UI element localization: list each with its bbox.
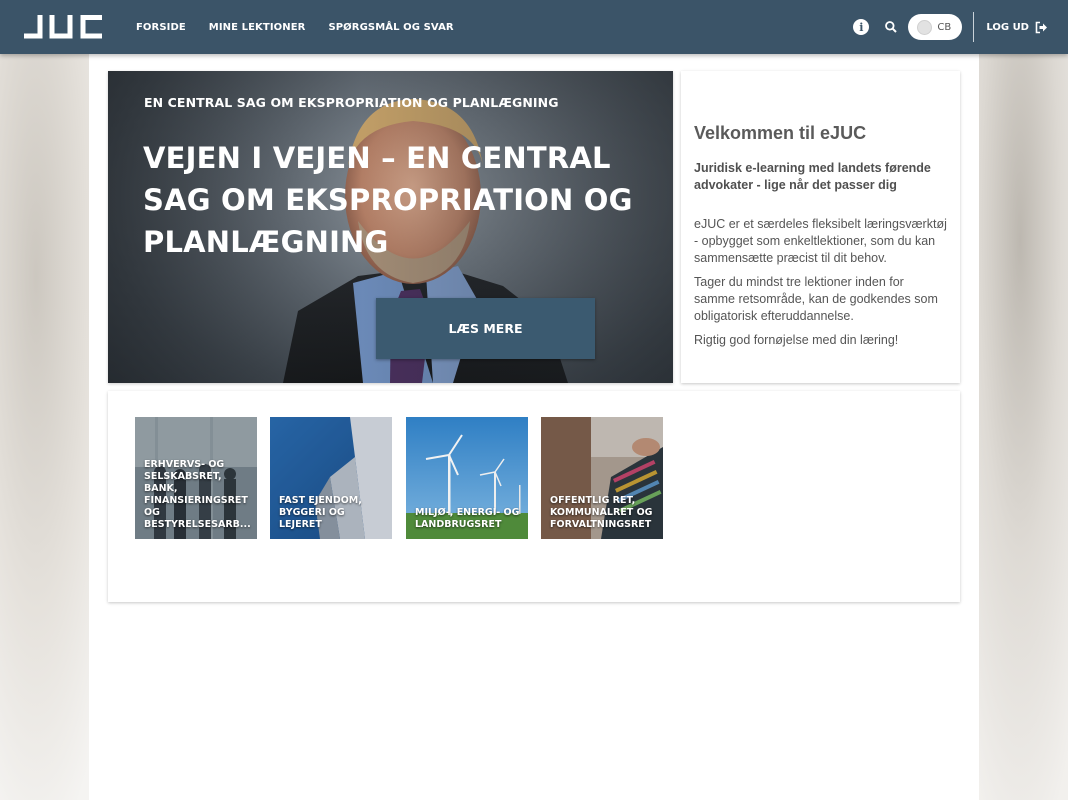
welcome-paragraph: Tager du mindst tre lektioner inden for … bbox=[694, 275, 938, 323]
hero-title: VEJEN I VEJEN – EN CENTRAL SAG OM EKSPRO… bbox=[143, 141, 633, 259]
logout-label: LOG UD bbox=[986, 21, 1029, 33]
nav-spoergsmaal-og-svar[interactable]: SPØRGSMÅL OG SVAR bbox=[328, 22, 453, 33]
juc-logo[interactable] bbox=[22, 12, 104, 42]
read-more-button[interactable]: LÆS MERE bbox=[376, 298, 595, 359]
user-initials: CB bbox=[937, 21, 952, 33]
header-actions: i CB LOG UD bbox=[853, 12, 1048, 42]
category-label: ERHVERVS- OG SELSKABSRET, BANK, FINANSIE… bbox=[144, 459, 251, 530]
welcome-title: Velkommen til eJUC bbox=[694, 123, 867, 143]
hero-kicker: EN CENTRAL SAG OM EKSPROPRIATION OG PLAN… bbox=[144, 95, 559, 110]
welcome-paragraph: eJUC er et særdeles fleksibelt læringsvæ… bbox=[694, 217, 947, 265]
category-tile-fast-ejendom[interactable]: FAST EJENDOM, BYGGERI OG LEJERET bbox=[270, 417, 392, 539]
nav-mine-lektioner[interactable]: MINE LEKTIONER bbox=[209, 22, 306, 33]
category-tile-miljoe[interactable]: MILJØ-, ENERGI- OG LANDBRUGSRET bbox=[406, 417, 528, 539]
category-tile-erhvervs[interactable]: ERHVERVS- OG SELSKABSRET, BANK, FINANSIE… bbox=[135, 417, 257, 539]
search-icon[interactable] bbox=[884, 20, 898, 34]
category-label: FAST EJENDOM, BYGGERI OG LEJERET bbox=[279, 495, 362, 530]
avatar bbox=[917, 19, 933, 35]
category-label: MILJØ-, ENERGI- OG LANDBRUGSRET bbox=[415, 507, 520, 530]
info-icon[interactable]: i bbox=[853, 19, 870, 35]
header-divider bbox=[973, 12, 975, 42]
user-menu-button[interactable]: CB bbox=[908, 14, 963, 40]
top-navigation-bar: FORSIDE MINE LEKTIONER SPØRGSMÅL OG SVAR… bbox=[0, 0, 1068, 54]
welcome-subtitle: Juridisk e-learning med landets førende … bbox=[694, 161, 931, 192]
hero-banner[interactable]: EN CENTRAL SAG OM EKSPROPRIATION OG PLAN… bbox=[108, 71, 673, 383]
main-nav: FORSIDE MINE LEKTIONER SPØRGSMÅL OG SVAR bbox=[136, 22, 454, 33]
nav-forside[interactable]: FORSIDE bbox=[136, 22, 186, 33]
category-label: OFFENTLIG RET, KOMMUNALRET OG FORVALTNIN… bbox=[550, 495, 653, 530]
logout-button[interactable]: LOG UD bbox=[986, 21, 1048, 34]
logout-icon bbox=[1035, 21, 1047, 33]
welcome-panel: Velkommen til eJUC Juridisk e-learning m… bbox=[681, 71, 960, 383]
category-tile-offentlig-ret[interactable]: OFFENTLIG RET, KOMMUNALRET OG FORVALTNIN… bbox=[541, 417, 663, 539]
welcome-paragraph: Rigtig god fornøjelse med din læring! bbox=[694, 333, 899, 347]
category-section: ERHVERVS- OG SELSKABSRET, BANK, FINANSIE… bbox=[108, 391, 960, 602]
